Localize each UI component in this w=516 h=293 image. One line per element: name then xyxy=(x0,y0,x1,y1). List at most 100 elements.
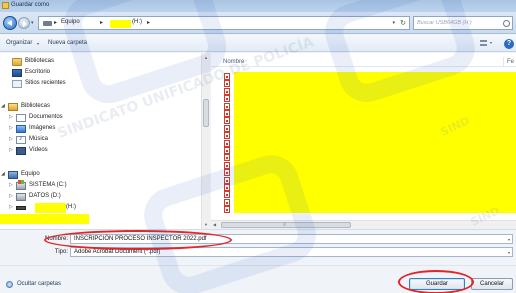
collapsed-arrow-icon[interactable]: ▷ xyxy=(9,147,13,153)
save-as-dialog: Guardar como ▾ ▸ Equipo ▸ (H:) ▸ ▾ ↻ Bus… xyxy=(0,0,516,293)
chevron-down-icon[interactable]: ▾ xyxy=(508,237,510,242)
address-dropdown-icon[interactable]: ▾ xyxy=(392,20,395,26)
command-toolbar: Organizar ▾ Nueva carpeta ▾ ? xyxy=(0,35,516,52)
videos-icon xyxy=(16,147,26,155)
chevron-down-icon[interactable]: ▾ xyxy=(490,40,492,45)
chevron-right-icon[interactable]: ▸ xyxy=(100,19,103,26)
collapsed-arrow-icon[interactable]: ▷ xyxy=(9,182,13,188)
hide-folders-button[interactable]: Ocultar carpetas xyxy=(17,281,61,287)
pdf-file-icon xyxy=(224,169,230,177)
collapsed-arrow-icon[interactable]: ▷ xyxy=(9,136,13,142)
column-header-name[interactable]: Nombre xyxy=(223,59,244,65)
documents-icon xyxy=(16,114,26,122)
search-icon xyxy=(503,20,510,27)
pdf-file-icon xyxy=(224,110,230,117)
forward-button[interactable] xyxy=(18,17,30,29)
search-placeholder: Buscar USB64GB (H:) xyxy=(417,20,472,26)
dialog-icon xyxy=(2,2,9,9)
breadcrumb-equipo[interactable]: Equipo xyxy=(61,19,80,25)
pdf-file-icon xyxy=(224,154,230,162)
dialog-title: Guardar como xyxy=(11,2,50,8)
red-annotation-circle xyxy=(398,270,474,293)
cancel-button[interactable]: Cancelar xyxy=(471,278,513,290)
collapsed-arrow-icon[interactable]: ▷ xyxy=(9,114,13,120)
column-header-date[interactable]: Fe xyxy=(507,59,514,65)
pictures-icon xyxy=(16,125,26,133)
column-divider[interactable] xyxy=(503,57,504,67)
nav-item-label: Música xyxy=(29,136,49,142)
red-annotation-circle xyxy=(44,230,232,250)
redaction-highlight xyxy=(0,214,89,224)
scroll-grip-icon: ||| xyxy=(283,221,287,226)
title-bar: Guardar como xyxy=(0,0,516,12)
chevron-down-icon[interactable]: ▾ xyxy=(508,250,510,255)
type-label: Tipo: xyxy=(54,249,68,255)
chevron-down-icon[interactable]: ▾ xyxy=(37,41,39,46)
pdf-file-icon xyxy=(224,147,230,154)
desktop-icon xyxy=(12,69,22,77)
drive-icon xyxy=(16,193,26,201)
expanded-arrow-icon[interactable]: ◢ xyxy=(1,171,5,177)
expanded-arrow-icon[interactable]: ◢ xyxy=(1,103,5,109)
collapsed-arrow-icon[interactable]: ▷ xyxy=(9,125,13,131)
pdf-file-icon xyxy=(224,161,230,169)
nav-item-label: Bibliotecas xyxy=(21,103,51,109)
pdf-file-icon xyxy=(224,198,230,206)
back-button[interactable] xyxy=(3,16,17,30)
nav-item-label: Imágenes xyxy=(29,125,56,131)
pdf-file-icon xyxy=(224,124,230,132)
help-icon[interactable]: ? xyxy=(504,39,514,49)
computer-icon xyxy=(43,21,52,26)
recent-places-icon xyxy=(12,80,22,88)
music-icon xyxy=(16,135,26,144)
pdf-file-icon xyxy=(224,102,230,110)
address-bar[interactable]: ▸ Equipo ▸ (H:) ▸ ▾ ↻ xyxy=(38,16,410,30)
nav-item-label: Documentos xyxy=(29,114,63,120)
collapsed-arrow-icon[interactable]: ▷ xyxy=(9,204,13,210)
scroll-up-icon[interactable]: ▲ xyxy=(204,55,208,60)
pdf-file-icon xyxy=(224,176,230,184)
redaction-highlight xyxy=(110,20,131,28)
search-input[interactable]: Buscar USB64GB (H:) xyxy=(413,16,513,30)
collapse-folders-icon[interactable] xyxy=(6,281,13,288)
pdf-file-icon xyxy=(224,206,230,214)
computer-icon xyxy=(8,171,18,179)
chevron-right-icon[interactable]: ▸ xyxy=(54,19,57,26)
views-icon xyxy=(480,40,487,46)
nav-item-label: Escritorio xyxy=(25,69,51,75)
pdf-file-icon xyxy=(224,95,230,103)
refresh-icon[interactable]: ↻ xyxy=(400,19,406,27)
organize-button[interactable]: Organizar xyxy=(6,40,32,46)
redaction-highlight xyxy=(234,72,516,213)
system-drive-icon xyxy=(16,180,26,190)
collapsed-arrow-icon[interactable]: ▷ xyxy=(9,193,13,199)
breadcrumb-drive[interactable]: (H:) xyxy=(132,19,142,25)
pdf-file-icon xyxy=(224,139,230,147)
change-view-button[interactable]: ▾ xyxy=(480,39,496,48)
navigation-scrollbar[interactable]: ▲ ▼ xyxy=(201,53,210,229)
pdf-file-icon xyxy=(224,191,230,199)
nav-item-label: Equipo xyxy=(21,171,40,177)
file-list-pane: Nombre Fe 262626262626262626261818181616… xyxy=(211,53,516,229)
nav-item-label: Vídeos xyxy=(29,147,48,153)
scroll-left-icon[interactable]: ◀ xyxy=(213,222,216,227)
new-folder-button[interactable]: Nueva carpeta xyxy=(48,40,87,46)
pdf-file-icon xyxy=(224,132,230,140)
nav-item-label: DATOS (D:) xyxy=(29,193,61,199)
recent-pages-chevron-icon[interactable]: ▾ xyxy=(31,20,34,26)
chevron-right-icon[interactable]: ▸ xyxy=(147,19,150,26)
scroll-thumb[interactable] xyxy=(203,99,209,127)
pdf-file-icon xyxy=(224,87,230,95)
nav-item-label: SISTEMA (C:) xyxy=(29,182,67,188)
pdf-file-icon xyxy=(224,184,230,191)
usb-drive-icon xyxy=(16,206,26,210)
redaction-highlight xyxy=(35,203,66,213)
horizontal-scrollbar[interactable]: ◀ ||| xyxy=(211,220,516,229)
address-row: ▾ ▸ Equipo ▸ (H:) ▸ ▾ ↻ Buscar USB64GB (… xyxy=(0,12,516,34)
navigation-pane: Bibliotecas Escritorio Sitios recientes … xyxy=(0,53,210,229)
pdf-file-icon xyxy=(224,73,230,80)
pdf-file-icon xyxy=(224,80,230,88)
scroll-down-icon[interactable]: ▼ xyxy=(204,222,208,227)
nav-item-label: Sitios recientes xyxy=(25,80,66,86)
column-header-row: Nombre Fe xyxy=(211,57,516,67)
